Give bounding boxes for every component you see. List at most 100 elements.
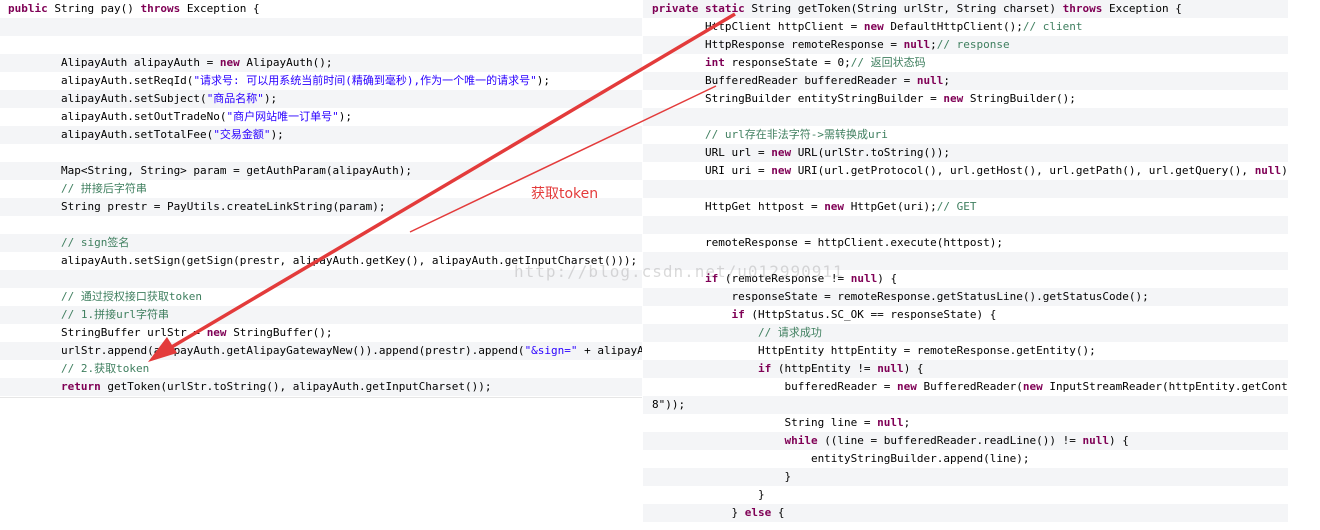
comment-token: // client [1022, 20, 1083, 33]
code-text: StringBuffer urlStr = new StringBuffer()… [8, 324, 333, 342]
left-code-line: // 通过授权接口获取token [0, 288, 642, 306]
code-text: 8")); [652, 396, 685, 414]
annotation-label: 获取token [531, 186, 599, 202]
code-token: StringBuilder(); [969, 92, 1076, 105]
code-text: while ((line = bufferedReader.readLine()… [652, 432, 1128, 450]
code-text: } [652, 486, 765, 504]
code-text: remoteResponse = httpClient.execute(http… [652, 234, 1003, 252]
code-text: alipayAuth.setReqId("请求号: 可以用系统当前时间(精确到毫… [8, 72, 550, 90]
code-token: 8")); [652, 398, 686, 411]
code-token: HttpClient httpClient = [652, 20, 864, 33]
left-code-line: alipayAuth.setReqId("请求号: 可以用系统当前时间(精确到毫… [0, 72, 642, 90]
keyword-token: new [206, 326, 234, 339]
keyword-token: new [943, 92, 970, 105]
code-token: StringBuffer(); [233, 326, 333, 339]
code-token: AlipayAuth(); [246, 56, 333, 69]
code-text: String line = null; [652, 414, 910, 432]
code-token: AlipayAuth alipayAuth = [8, 56, 220, 69]
right-code-line: BufferedReader bufferedReader = null; [643, 72, 1288, 90]
code-token: ); [270, 128, 284, 141]
code-token: Map<String, String> param = getAuthParam… [8, 164, 412, 177]
code-text: // 1.拼接url字符串 [8, 306, 169, 324]
code-token: ); [536, 74, 551, 87]
code-text: responseState = remoteResponse.getStatus… [652, 288, 1148, 306]
code-token: ); [338, 110, 353, 123]
right-code-line: 8")); [643, 396, 1288, 414]
comment-token: // url存在非法字符->需转换成uri [652, 128, 888, 141]
right-code-line: HttpClient httpClient = new DefaultHttpC… [643, 18, 1288, 36]
left-code-line: alipayAuth.setOutTradeNo("商户网站唯一订单号"); [0, 108, 642, 126]
keyword-token: null [916, 74, 944, 87]
code-token: ); [1281, 164, 1288, 177]
right-code-line: remoteResponse = httpClient.execute(http… [643, 234, 1288, 252]
right-code-line: // url存在非法字符->需转换成uri [643, 126, 1288, 144]
right-code-line: int responseState = 0;// 返回状态码 [643, 54, 1288, 72]
blog-watermark: http://blog.csdn.net/u012990911 [514, 262, 844, 281]
left-code-line [0, 18, 642, 36]
comment-token: // 2.获取token [8, 362, 150, 375]
code-text: // sign签名 [8, 234, 129, 252]
right-code-line [643, 108, 1288, 126]
code-token: responseState = 0; [731, 56, 851, 69]
right-code-lines: private static String getToken(String ur… [643, 0, 1288, 522]
comment-token: // GET [936, 200, 977, 213]
code-text: URL url = new URL(urlStr.toString()); [652, 144, 950, 162]
code-token: { [777, 506, 785, 519]
keyword-token: int [652, 56, 732, 69]
code-token: (httpEntity != [777, 362, 878, 375]
keyword-token: null [877, 362, 904, 375]
panel-divider [0, 397, 642, 398]
code-text: // 请求成功 [652, 324, 822, 342]
code-token: URI uri = [652, 164, 772, 177]
string-token: "交易金额" [213, 128, 271, 141]
keyword-token: null [903, 38, 931, 51]
code-token: entityStringBuilder.append(line); [652, 452, 1030, 465]
right-code-line: while ((line = bufferedReader.readLine()… [643, 432, 1288, 450]
code-token: String pay() [54, 2, 141, 15]
left-code-line: alipayAuth.setSubject("商品名称"); [0, 90, 642, 108]
code-text: BufferedReader bufferedReader = null; [652, 72, 950, 90]
code-text: int responseState = 0;// 返回状态码 [652, 54, 926, 72]
left-code-line: return getToken(urlStr.toString(), alipa… [0, 378, 642, 396]
comment-token: // 通过授权接口获取token [8, 290, 202, 303]
code-text: HttpEntity httpEntity = remoteResponse.g… [652, 342, 1096, 360]
code-token: HttpResponse remoteResponse = [652, 38, 904, 51]
code-token: StringBuffer urlStr = [8, 326, 207, 339]
code-text: entityStringBuilder.append(line); [652, 450, 1030, 468]
keyword-token: while [652, 434, 825, 447]
code-token: URL url = [652, 146, 772, 159]
right-code-line: private static String getToken(String ur… [643, 0, 1288, 18]
code-text: HttpClient httpClient = new DefaultHttpC… [652, 18, 1083, 36]
keyword-token: new [897, 380, 924, 393]
code-token: alipayAuth.setSubject( [8, 92, 207, 105]
right-code-line: bufferedReader = new BufferedReader(new … [643, 378, 1288, 396]
string-token: "商户网站唯一订单号" [226, 110, 339, 123]
code-text: // url存在非法字符->需转换成uri [652, 126, 888, 144]
right-code-line: String line = null; [643, 414, 1288, 432]
left-code-line [0, 144, 642, 162]
comment-token: // sign签名 [8, 236, 130, 249]
left-code-line: urlStr.append(alipayAuth.getAlipayGatewa… [0, 342, 642, 360]
code-text: URI uri = new URI(url.getProtocol(), url… [652, 162, 1288, 180]
keyword-token: new [219, 56, 247, 69]
right-code-line [643, 180, 1288, 198]
code-token: StringBuilder entityStringBuilder = [652, 92, 944, 105]
keyword-token: null [1082, 434, 1109, 447]
code-text: if (httpEntity != null) { [652, 360, 924, 378]
string-token: "商品名称" [206, 92, 264, 105]
code-token: String line = [652, 416, 878, 429]
code-token: HttpGet(uri); [850, 200, 937, 213]
left-code-line: AlipayAuth alipayAuth = new AlipayAuth()… [0, 54, 642, 72]
code-text: alipayAuth.setOutTradeNo("商户网站唯一订单号"); [8, 108, 352, 126]
left-code-line: alipayAuth.setTotalFee("交易金额"); [0, 126, 642, 144]
keyword-token: new [863, 20, 891, 33]
code-token: String getToken(String urlStr, String ch… [751, 2, 1063, 15]
right-code-line: HttpGet httpost = new HttpGet(uri);// GE… [643, 198, 1288, 216]
right-code-line: entityStringBuilder.append(line); [643, 450, 1288, 468]
code-token: URL(urlStr.toString()); [797, 146, 951, 159]
code-text: // 通过授权接口获取token [8, 288, 202, 306]
comment-token: // 1.拼接url字符串 [8, 308, 169, 321]
keyword-token: public [8, 2, 55, 15]
code-text: private static String getToken(String ur… [652, 0, 1182, 18]
code-text: // 2.获取token [8, 360, 149, 378]
